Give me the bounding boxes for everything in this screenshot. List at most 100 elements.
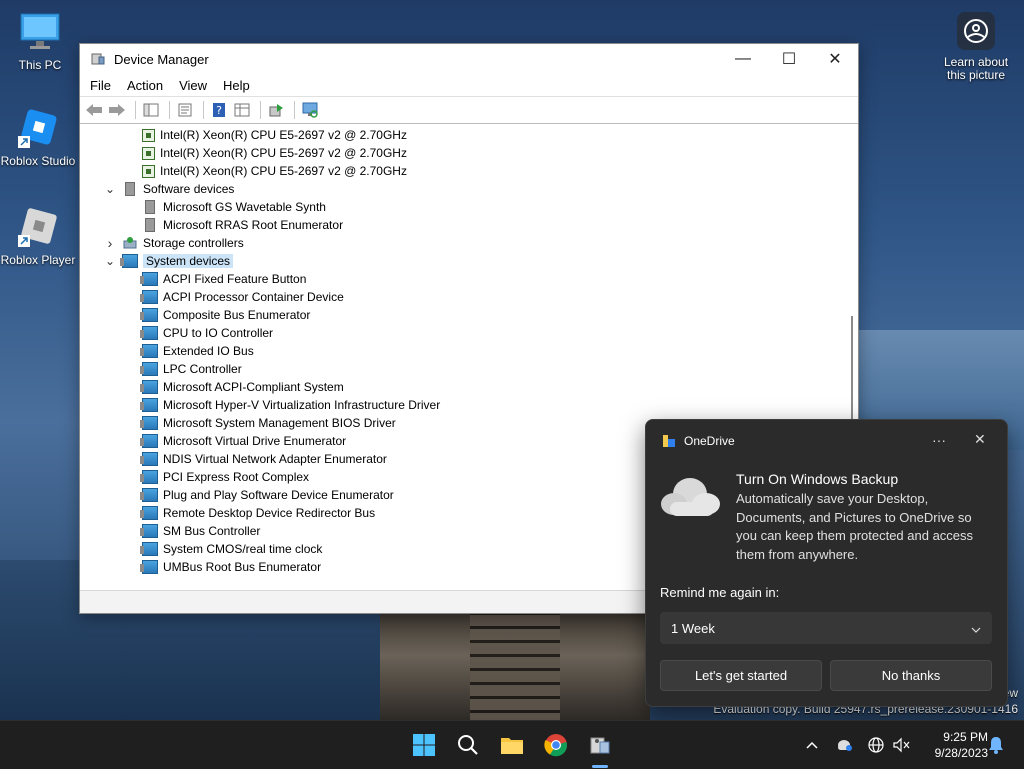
menu-help[interactable]: Help (217, 78, 256, 93)
system-device-icon (140, 416, 158, 430)
system-clock[interactable]: 9:25 PM 9/28/2023 (918, 729, 988, 761)
tree-device-row[interactable]: LPC Controller (140, 360, 242, 378)
notification-header: OneDrive (662, 434, 735, 448)
close-button[interactable]: ✕ (812, 44, 858, 74)
tree-device-row[interactable]: Intel(R) Xeon(R) CPU E5-2697 v2 @ 2.70GH… (142, 126, 407, 144)
tree-device-row[interactable]: UMBus Root Bus Enumerator (140, 558, 322, 576)
lets-get-started-button[interactable]: Let's get started (660, 660, 822, 691)
system-device-icon (140, 452, 158, 466)
remind-interval-select[interactable]: 1 Week (660, 612, 992, 644)
tree-category-row[interactable]: ⌄ System devices (105, 252, 234, 270)
tree-device-row[interactable]: Plug and Play Software Device Enumerator (140, 486, 394, 504)
tree-device-row[interactable]: Microsoft ACPI-Compliant System (140, 378, 344, 396)
system-devices-icon (120, 254, 138, 268)
properties-icon[interactable] (175, 101, 195, 119)
tree-item-label: Microsoft GS Wavetable Synth (163, 200, 326, 214)
chevron-down-icon[interactable]: ⌄ (104, 182, 116, 196)
system-device-icon (140, 362, 158, 376)
tree-item-label: NDIS Virtual Network Adapter Enumerator (163, 452, 387, 466)
network-sound-icon[interactable] (892, 735, 912, 755)
menu-bar: File Action View Help (80, 74, 858, 96)
tree-item-label: LPC Controller (163, 362, 242, 376)
tree-device-row[interactable]: Intel(R) Xeon(R) CPU E5-2697 v2 @ 2.70GH… (142, 144, 407, 162)
tree-device-row[interactable]: ACPI Fixed Feature Button (140, 270, 307, 288)
tree-category-row[interactable]: › Storage controllers (108, 234, 244, 252)
show-hide-console-tree-icon[interactable] (141, 101, 161, 119)
search-button[interactable] (452, 729, 484, 761)
chrome-button[interactable] (540, 729, 572, 761)
minimize-button[interactable]: — (720, 44, 766, 74)
system-device-icon (140, 290, 158, 304)
desktop-icon-this-pc[interactable]: This PC (2, 10, 78, 72)
back-arrow-icon[interactable] (84, 101, 104, 119)
notification-bell-icon[interactable] (986, 735, 1006, 755)
update-driver-icon[interactable] (266, 101, 286, 119)
desktop-icon-label: Roblox Player (0, 253, 76, 267)
clock-date: 9/28/2023 (934, 746, 988, 760)
desktop-icon-roblox-studio[interactable]: Roblox Studio (0, 106, 76, 168)
onedrive-tray-icon[interactable] (834, 735, 854, 755)
menu-file[interactable]: File (84, 78, 117, 93)
toolbar-separator (169, 101, 170, 119)
title-bar[interactable]: Device Manager — ☐ ✕ (80, 44, 858, 74)
tree-device-row[interactable]: System CMOS/real time clock (140, 540, 322, 558)
cpu-icon (142, 146, 155, 160)
menu-action[interactable]: Action (121, 78, 169, 93)
tree-item-label: Storage controllers (143, 236, 244, 250)
tree-device-row[interactable]: SM Bus Controller (140, 522, 260, 540)
notification-close-button[interactable]: ✕ (974, 431, 986, 448)
chrome-icon (544, 734, 568, 757)
tree-item-label: Intel(R) Xeon(R) CPU E5-2697 v2 @ 2.70GH… (160, 146, 407, 160)
tree-item-label: UMBus Root Bus Enumerator (163, 560, 322, 574)
desktop-icon-label: Roblox Studio (0, 154, 76, 168)
system-device-icon (140, 326, 158, 340)
tree-item-label: Software devices (143, 182, 235, 196)
tree-device-row[interactable]: Extended IO Bus (140, 342, 254, 360)
tree-category-row[interactable]: ⌄ Software devices (105, 180, 235, 198)
tree-item-label: ACPI Fixed Feature Button (163, 272, 307, 286)
tree-device-row[interactable]: Microsoft System Management BIOS Driver (140, 414, 396, 432)
start-button[interactable] (408, 729, 440, 761)
tree-item-label: Microsoft Virtual Drive Enumerator (163, 434, 347, 448)
scrollbar-thumb[interactable] (851, 316, 853, 426)
notification-app-name: OneDrive (684, 434, 735, 448)
forward-arrow-icon[interactable] (107, 101, 127, 119)
show-hidden-icons-button[interactable] (802, 735, 822, 755)
tree-item-label: PCI Express Root Complex (163, 470, 310, 484)
details-view-icon[interactable] (232, 101, 252, 119)
software-device-icon (145, 218, 155, 232)
tree-device-row[interactable]: Microsoft GS Wavetable Synth (142, 198, 326, 216)
tree-device-row[interactable]: Microsoft Virtual Drive Enumerator (140, 432, 347, 450)
system-device-icon (140, 272, 158, 286)
remind-interval-value: 1 Week (671, 620, 715, 636)
file-explorer-button[interactable] (496, 729, 528, 761)
tree-device-row[interactable]: Remote Desktop Device Redirector Bus (140, 504, 375, 522)
more-options-button[interactable]: ··· (932, 432, 946, 448)
toolbar-separator (203, 101, 204, 119)
tree-device-row[interactable]: CPU to IO Controller (140, 324, 273, 342)
maximize-button[interactable]: ☐ (766, 44, 812, 74)
tree-device-row[interactable]: Microsoft Hyper-V Virtualization Infrast… (140, 396, 440, 414)
desktop-icon-roblox-player[interactable]: Roblox Player (0, 205, 76, 267)
menu-view[interactable]: View (173, 78, 213, 93)
help-icon[interactable]: ? (209, 101, 229, 119)
scan-hardware-changes-icon[interactable] (300, 101, 320, 119)
tree-device-row[interactable]: NDIS Virtual Network Adapter Enumerator (140, 450, 387, 468)
device-manager-icon (90, 51, 106, 67)
folder-icon (501, 738, 523, 754)
tree-device-row[interactable]: Composite Bus Enumerator (140, 306, 310, 324)
tree-device-row[interactable]: Intel(R) Xeon(R) CPU E5-2697 v2 @ 2.70GH… (142, 162, 407, 180)
chevron-down-icon[interactable]: ⌄ (104, 254, 116, 268)
language-globe-icon[interactable] (866, 735, 886, 755)
tree-device-row[interactable]: Microsoft RRAS Root Enumerator (142, 216, 343, 234)
system-device-icon (140, 560, 158, 574)
tree-device-row[interactable]: PCI Express Root Complex (140, 468, 310, 486)
learn-about-picture[interactable]: Learn about this picture (940, 12, 1012, 82)
device-manager-taskbar-button[interactable] (584, 729, 616, 761)
system-device-icon (140, 506, 158, 520)
system-device-icon (140, 434, 158, 448)
no-thanks-button[interactable]: No thanks (830, 660, 992, 691)
tree-device-row[interactable]: ACPI Processor Container Device (140, 288, 344, 306)
chevron-right-icon[interactable]: › (104, 235, 116, 251)
remind-label: Remind me again in: (660, 585, 780, 600)
